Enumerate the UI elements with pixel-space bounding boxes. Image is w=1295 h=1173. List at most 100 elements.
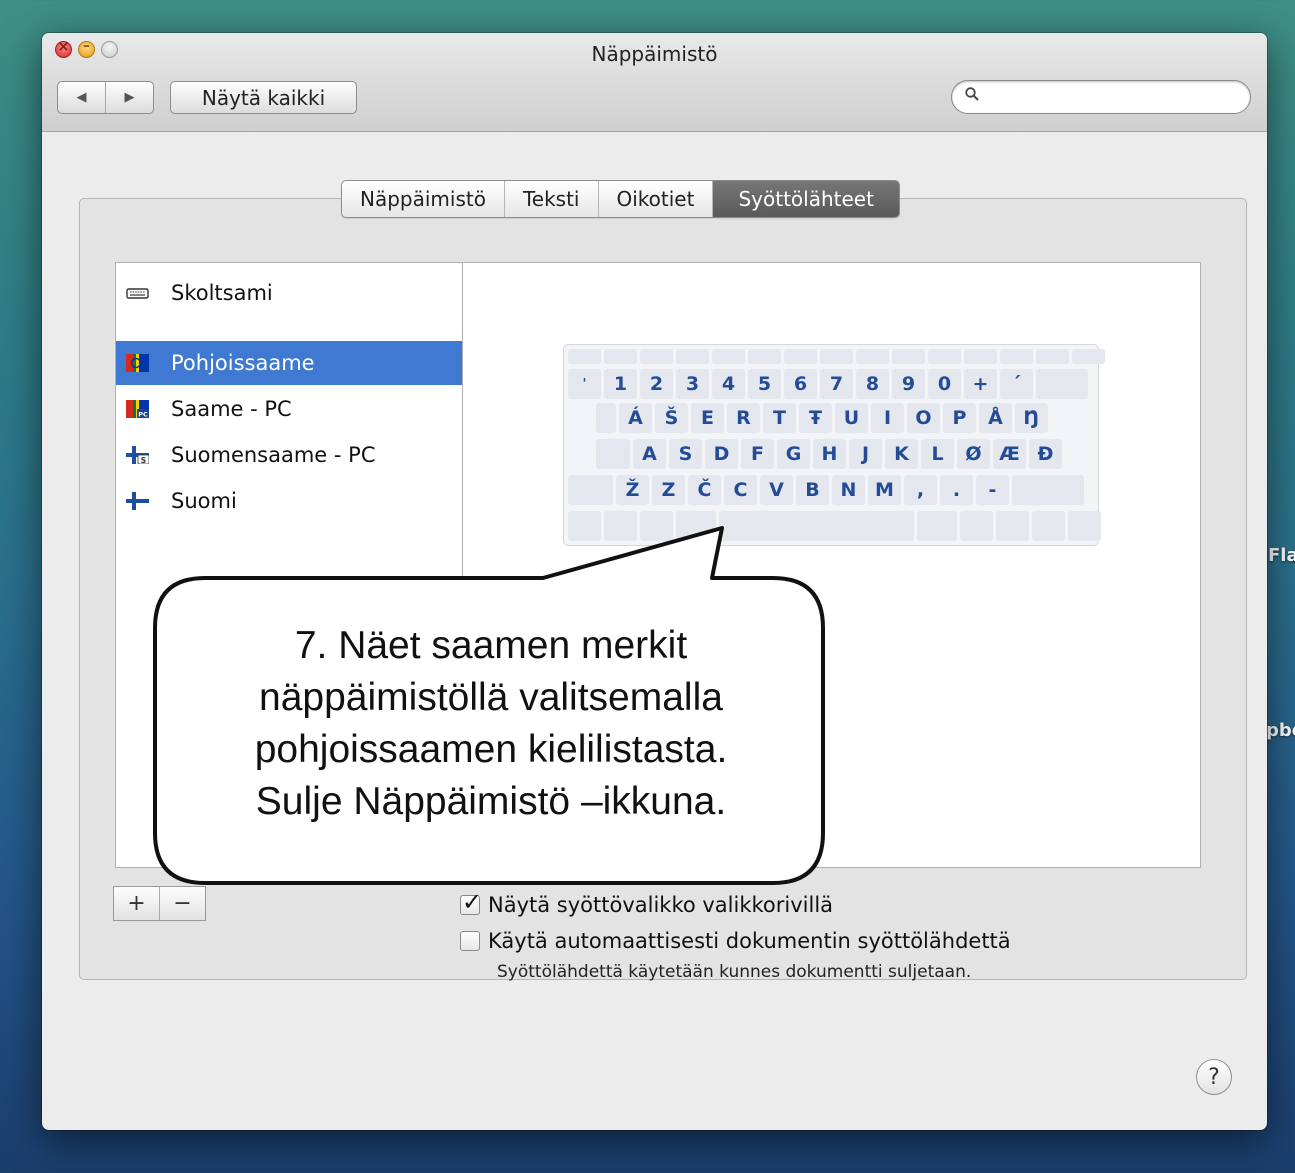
function-key: [568, 349, 601, 364]
auto-switch-checkbox[interactable]: [460, 931, 480, 951]
key: R: [727, 403, 760, 433]
search-input[interactable]: [951, 80, 1251, 114]
shift-key-right: [1012, 475, 1084, 505]
callout-line: Sulje Näppäimistö –ikkuna.: [255, 780, 727, 823]
auto-switch-option[interactable]: Käytä automaattisesti dokumentin syöttöl…: [460, 929, 1011, 953]
function-key: [604, 349, 637, 364]
add-remove-control: + −: [113, 886, 206, 921]
tab-shortcuts[interactable]: Oikotiet: [599, 181, 714, 217]
function-key: [964, 349, 997, 364]
list-item-skoltsami[interactable]: Skoltsami: [116, 271, 462, 315]
back-forward-control: ◀ ▶: [57, 81, 154, 114]
key: Ž: [616, 475, 649, 505]
key: U: [835, 403, 868, 433]
key: ,: [904, 475, 937, 505]
forward-button[interactable]: ▶: [106, 82, 153, 113]
key: D: [705, 439, 738, 469]
key: ´: [1000, 369, 1033, 399]
keyboard-layout-preview: ' 1 2 3 4 5 6 7 8 9 0 + ´ Á Š E R T Ŧ U …: [563, 344, 1105, 546]
key-row-numbers: ' 1 2 3 4 5 6 7 8 9 0 + ´: [568, 369, 1088, 399]
key: Æ: [993, 439, 1026, 469]
function-key: [928, 349, 961, 364]
list-item-label: Saame - PC: [171, 397, 292, 421]
key: K: [885, 439, 918, 469]
key-row-top-letters: Á Š E R T Ŧ U I O P Å Ŋ: [596, 403, 1048, 433]
callout-text: 7. Näet saamen merkit näppäimistöllä val…: [160, 620, 822, 828]
key: V: [760, 475, 793, 505]
svg-text:S: S: [141, 456, 146, 464]
add-source-button[interactable]: +: [114, 887, 160, 920]
modifier-key: [568, 511, 601, 541]
key: M: [868, 475, 901, 505]
tab-bar: Näppäimistö Teksti Oikotiet Syöttölähtee…: [341, 180, 900, 218]
callout-line: 7. Näet saamen merkit: [294, 624, 688, 667]
key: Š: [655, 403, 688, 433]
key: +: [964, 369, 997, 399]
space-bar: [719, 511, 914, 541]
function-key: [856, 349, 889, 364]
function-key: [676, 349, 709, 364]
tab-input-sources[interactable]: Syöttölähteet: [713, 181, 899, 217]
svg-text:PC: PC: [138, 411, 148, 419]
auto-switch-label: Käytä automaattisesti dokumentin syöttöl…: [488, 929, 1011, 953]
list-item-label: Skoltsami: [171, 281, 273, 305]
key: S: [669, 439, 702, 469]
modifier-key: [604, 511, 637, 541]
function-key: [1072, 349, 1105, 364]
function-key: [712, 349, 745, 364]
key: O: [907, 403, 940, 433]
list-item-suomi[interactable]: Suomi: [116, 479, 462, 523]
tab-text[interactable]: Teksti: [505, 181, 599, 217]
list-item-suomensaame-pc[interactable]: S Suomensaame - PC: [116, 433, 462, 477]
tab-key: [596, 403, 616, 433]
key-row-home-letters: A S D F G H J K L Ø Æ Đ: [596, 439, 1062, 469]
shift-key: [568, 475, 613, 505]
remove-source-button[interactable]: −: [160, 887, 205, 920]
arrow-key: [996, 511, 1029, 541]
key: Ŧ: [799, 403, 832, 433]
key: H: [813, 439, 846, 469]
key: A: [633, 439, 666, 469]
key: 5: [748, 369, 781, 399]
function-key: [748, 349, 781, 364]
function-key: [820, 349, 853, 364]
key: Ŋ: [1015, 403, 1048, 433]
show-all-button[interactable]: Näytä kaikki: [170, 81, 357, 114]
function-key: [1036, 349, 1069, 364]
key: 3: [676, 369, 709, 399]
title-bar: × – Näppäimistö ◀ ▶ Näytä kaikki: [42, 33, 1267, 132]
modifier-key: [960, 511, 993, 541]
key: 0: [928, 369, 961, 399]
key: 2: [640, 369, 673, 399]
show-input-menu-checkbox[interactable]: ✓: [460, 888, 482, 916]
key: I: [871, 403, 904, 433]
preferences-window: × – Näppäimistö ◀ ▶ Näytä kaikki Näppäim…: [42, 33, 1267, 1130]
keyboard-icon: [126, 288, 149, 299]
function-key: [892, 349, 925, 364]
desktop-label-pbe: pbe: [1266, 720, 1295, 741]
callout-line: näppäimistöllä valitsemalla: [259, 676, 723, 719]
list-item-saame-pc[interactable]: PC Saame - PC: [116, 387, 462, 431]
key: L: [921, 439, 954, 469]
help-button[interactable]: ?: [1196, 1059, 1232, 1095]
key: -: [976, 475, 1009, 505]
key: .: [940, 475, 973, 505]
key: 7: [820, 369, 853, 399]
back-button[interactable]: ◀: [58, 82, 106, 113]
key: Å: [979, 403, 1012, 433]
key: 8: [856, 369, 889, 399]
function-key: [640, 349, 673, 364]
key: C: [724, 475, 757, 505]
key: 1: [604, 369, 637, 399]
caps-lock-key: [596, 439, 630, 469]
key: E: [691, 403, 724, 433]
show-input-menu-option[interactable]: ✓ Näytä syöttövalikko valikkorivillä: [460, 888, 834, 917]
function-key: [784, 349, 817, 364]
modifier-key: [640, 511, 673, 541]
list-item-pohjoissaame[interactable]: Pohjoissaame: [116, 341, 462, 385]
desktop-label-fla: Fla: [1268, 545, 1295, 566]
list-item-label: Pohjoissaame: [171, 351, 315, 375]
tab-keyboard[interactable]: Näppäimistö: [342, 181, 505, 217]
key: P: [943, 403, 976, 433]
show-input-menu-label: Näytä syöttövalikko valikkorivillä: [488, 893, 834, 917]
